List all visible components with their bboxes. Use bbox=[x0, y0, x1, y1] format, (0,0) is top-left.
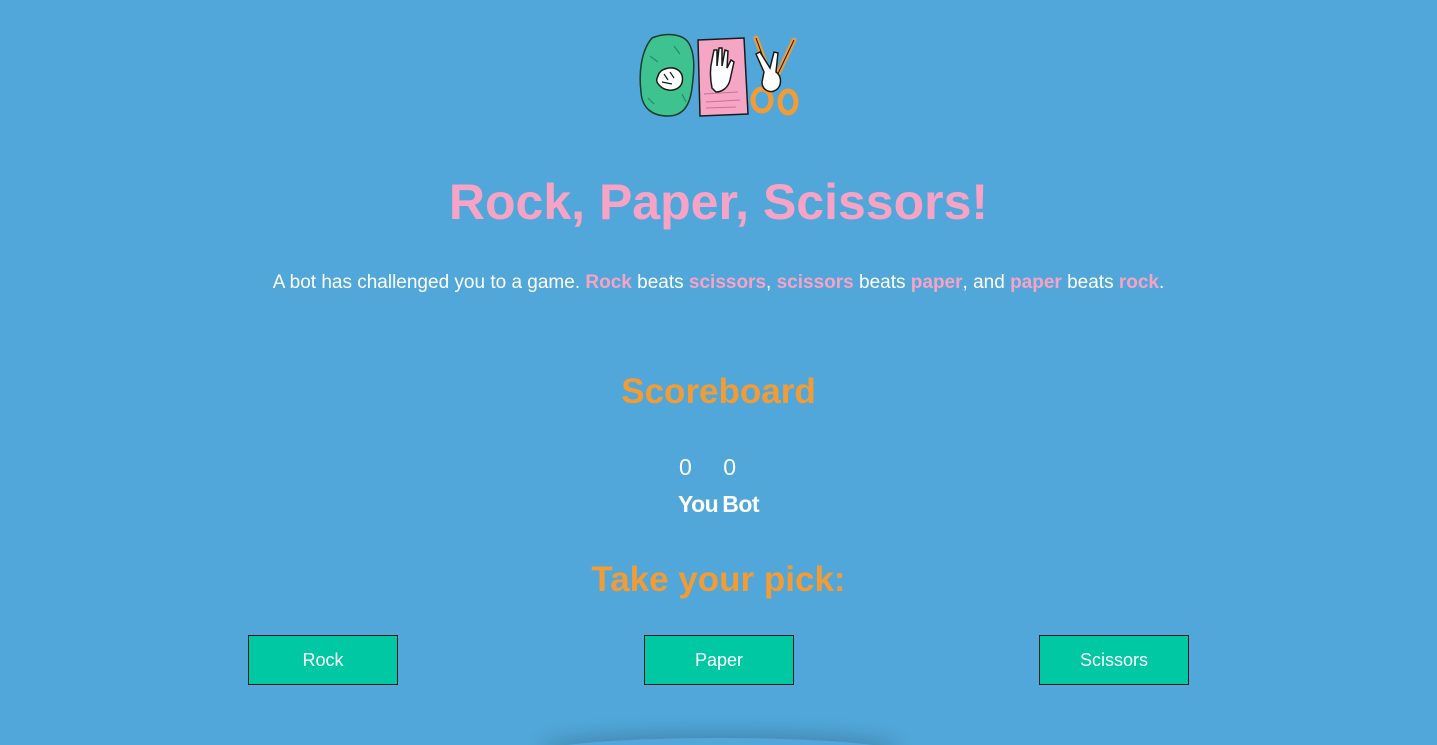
bot-score: 0 bbox=[723, 454, 736, 480]
keyword-rock: Rock bbox=[585, 272, 632, 293]
keyword-scissors: scissors bbox=[776, 272, 854, 293]
player-score: 0 bbox=[678, 454, 692, 480]
keyword-scissors: scissors bbox=[688, 272, 767, 293]
keyword-paper: paper bbox=[1010, 272, 1062, 293]
description-text: beats bbox=[1061, 272, 1119, 293]
result-panel-edge bbox=[540, 738, 900, 745]
rock-icon bbox=[639, 33, 695, 117]
keyword-rock: rock bbox=[1118, 272, 1159, 293]
player-label: You bbox=[677, 491, 719, 517]
game-page: Rock, Paper, Scissors! A bot has challen… bbox=[0, 0, 1437, 745]
logo bbox=[639, 33, 799, 117]
player-score-column: 0 You bbox=[677, 452, 719, 517]
bot-label: Bot bbox=[722, 491, 760, 517]
description-text: beats bbox=[631, 272, 689, 293]
page-title: Rock, Paper, Scissors! bbox=[448, 174, 989, 230]
rock-button[interactable]: Rock bbox=[248, 635, 398, 685]
description-text: , and bbox=[962, 272, 1011, 293]
description-text: beats bbox=[853, 272, 911, 293]
paper-button[interactable]: Paper bbox=[644, 635, 794, 685]
keyword-paper: paper bbox=[910, 272, 963, 293]
description-text: . bbox=[1159, 272, 1165, 293]
bot-score-column: 0 Bot bbox=[722, 452, 759, 517]
description-text: A bot has challenged you to a game. bbox=[272, 272, 586, 293]
pick-title: Take your pick: bbox=[591, 560, 846, 599]
scissors-icon bbox=[750, 35, 799, 116]
scoreboard: 0 You 0 Bot bbox=[0, 452, 1437, 517]
description-text: , bbox=[766, 272, 777, 293]
paper-icon bbox=[697, 37, 749, 117]
game-description: A bot has challenged you to a game. Rock… bbox=[0, 270, 1437, 296]
scoreboard-title: Scoreboard bbox=[621, 372, 816, 411]
scissors-button[interactable]: Scissors bbox=[1039, 635, 1189, 685]
